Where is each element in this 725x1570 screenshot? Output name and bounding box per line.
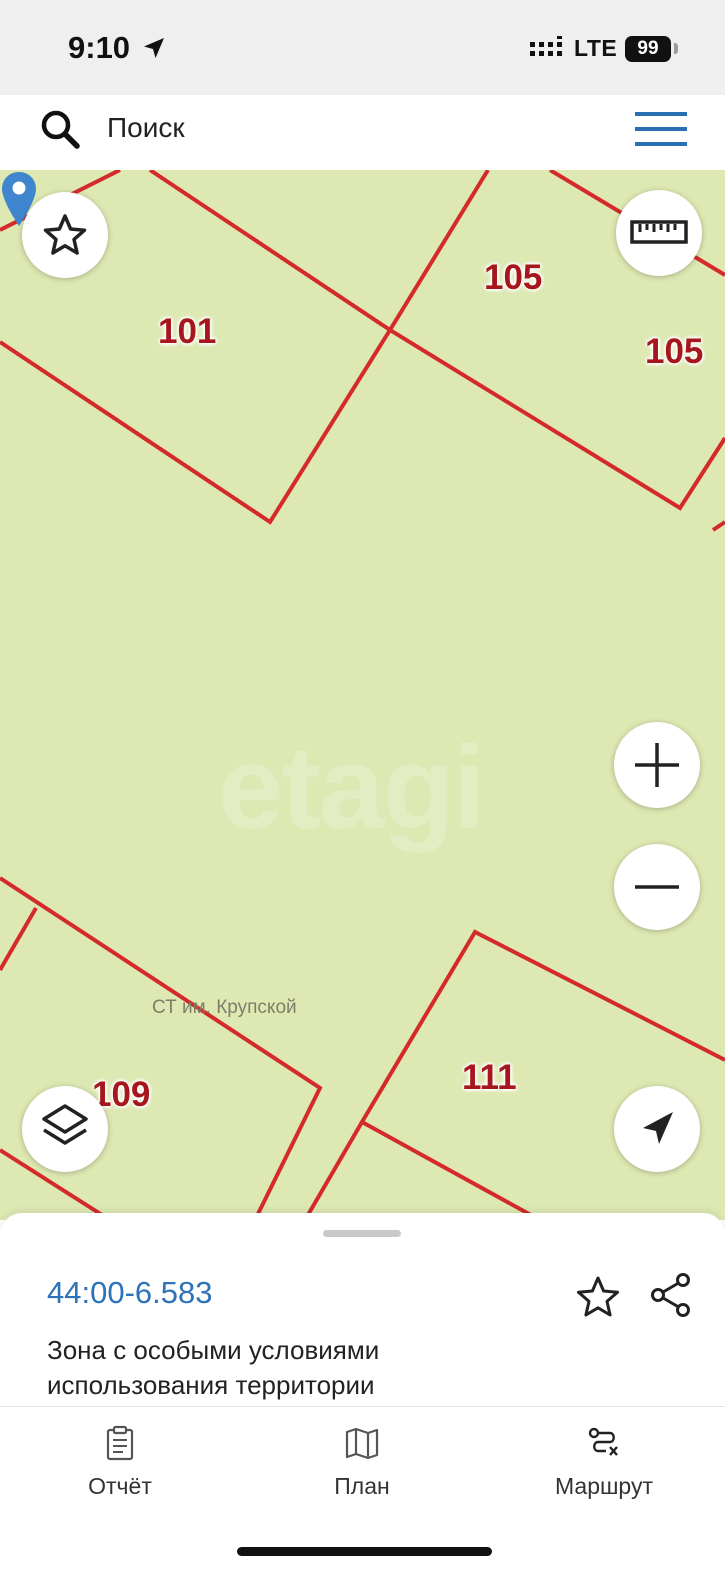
- search-bar[interactable]: Поиск: [10, 97, 715, 159]
- layers-icon: [42, 1104, 88, 1145]
- star-icon[interactable]: [574, 1273, 622, 1321]
- layers-button[interactable]: [22, 1086, 108, 1172]
- tab-report-label: Отчёт: [88, 1473, 152, 1499]
- favorites-button[interactable]: [22, 192, 108, 278]
- share-icon[interactable]: [646, 1271, 694, 1319]
- network-type: LTE: [574, 35, 618, 61]
- info-sheet[interactable]: 44:00-6.583 Зона с особыми условиями исп…: [0, 1213, 725, 1413]
- tab-plan-label: План: [334, 1473, 390, 1499]
- parcel-boundary: [711, 520, 725, 532]
- battery-icon: 99: [625, 36, 671, 62]
- status-bar: 9:10 LTE 99: [0, 0, 725, 95]
- zoom-in-button[interactable]: [614, 722, 700, 808]
- tab-plan[interactable]: План: [272, 1425, 452, 1505]
- cadastral-number[interactable]: 44:00-6.583: [47, 1275, 212, 1311]
- zone-description: Зона с особыми условиями использования т…: [47, 1335, 380, 1400]
- map-view[interactable]: etagi 101 105 105 109 111 СТ им. Крупско…: [0, 170, 725, 1220]
- parcel-boundaries: [0, 170, 725, 1220]
- ruler-icon: [630, 220, 688, 244]
- battery-tip: [674, 43, 678, 54]
- menu-icon[interactable]: [635, 110, 687, 148]
- place-label: СТ им. Крупской: [152, 997, 297, 1018]
- parcel-label[interactable]: 105: [645, 332, 703, 372]
- tab-report[interactable]: Отчёт: [30, 1425, 210, 1505]
- parcel-boundary: [0, 906, 38, 972]
- ruler-button[interactable]: [616, 190, 702, 276]
- parcel-label[interactable]: 111: [462, 1058, 517, 1098]
- home-indicator: [237, 1547, 492, 1556]
- status-time: 9:10: [68, 30, 131, 65]
- plus-icon: [635, 743, 679, 787]
- parcel-label[interactable]: 105: [484, 258, 542, 298]
- my-location-button[interactable]: [614, 1086, 700, 1172]
- parcel-label[interactable]: 101: [158, 312, 216, 352]
- location-arrow-icon: [144, 38, 164, 58]
- battery-level: 99: [637, 38, 659, 59]
- star-icon: [43, 214, 87, 255]
- map-icon: [345, 1427, 379, 1460]
- watermark: etagi: [218, 722, 485, 854]
- tab-bar: Отчёт План Маршрут: [0, 1406, 725, 1570]
- search-input[interactable]: Поиск: [107, 112, 185, 144]
- minus-icon: [635, 885, 679, 889]
- search-icon: [41, 110, 80, 149]
- clipboard-icon: [106, 1425, 134, 1461]
- parcel-111-boundary: [359, 929, 725, 1220]
- route-icon: [588, 1427, 618, 1456]
- sheet-handle[interactable]: [323, 1230, 401, 1237]
- signal-icon: [530, 36, 562, 56]
- parcel-boundary: [303, 1120, 364, 1220]
- tab-route-label: Маршрут: [554, 1473, 654, 1499]
- zoom-out-button[interactable]: [614, 844, 700, 930]
- navigation-arrow-icon: [643, 1112, 673, 1144]
- tab-route[interactable]: Маршрут: [514, 1425, 694, 1505]
